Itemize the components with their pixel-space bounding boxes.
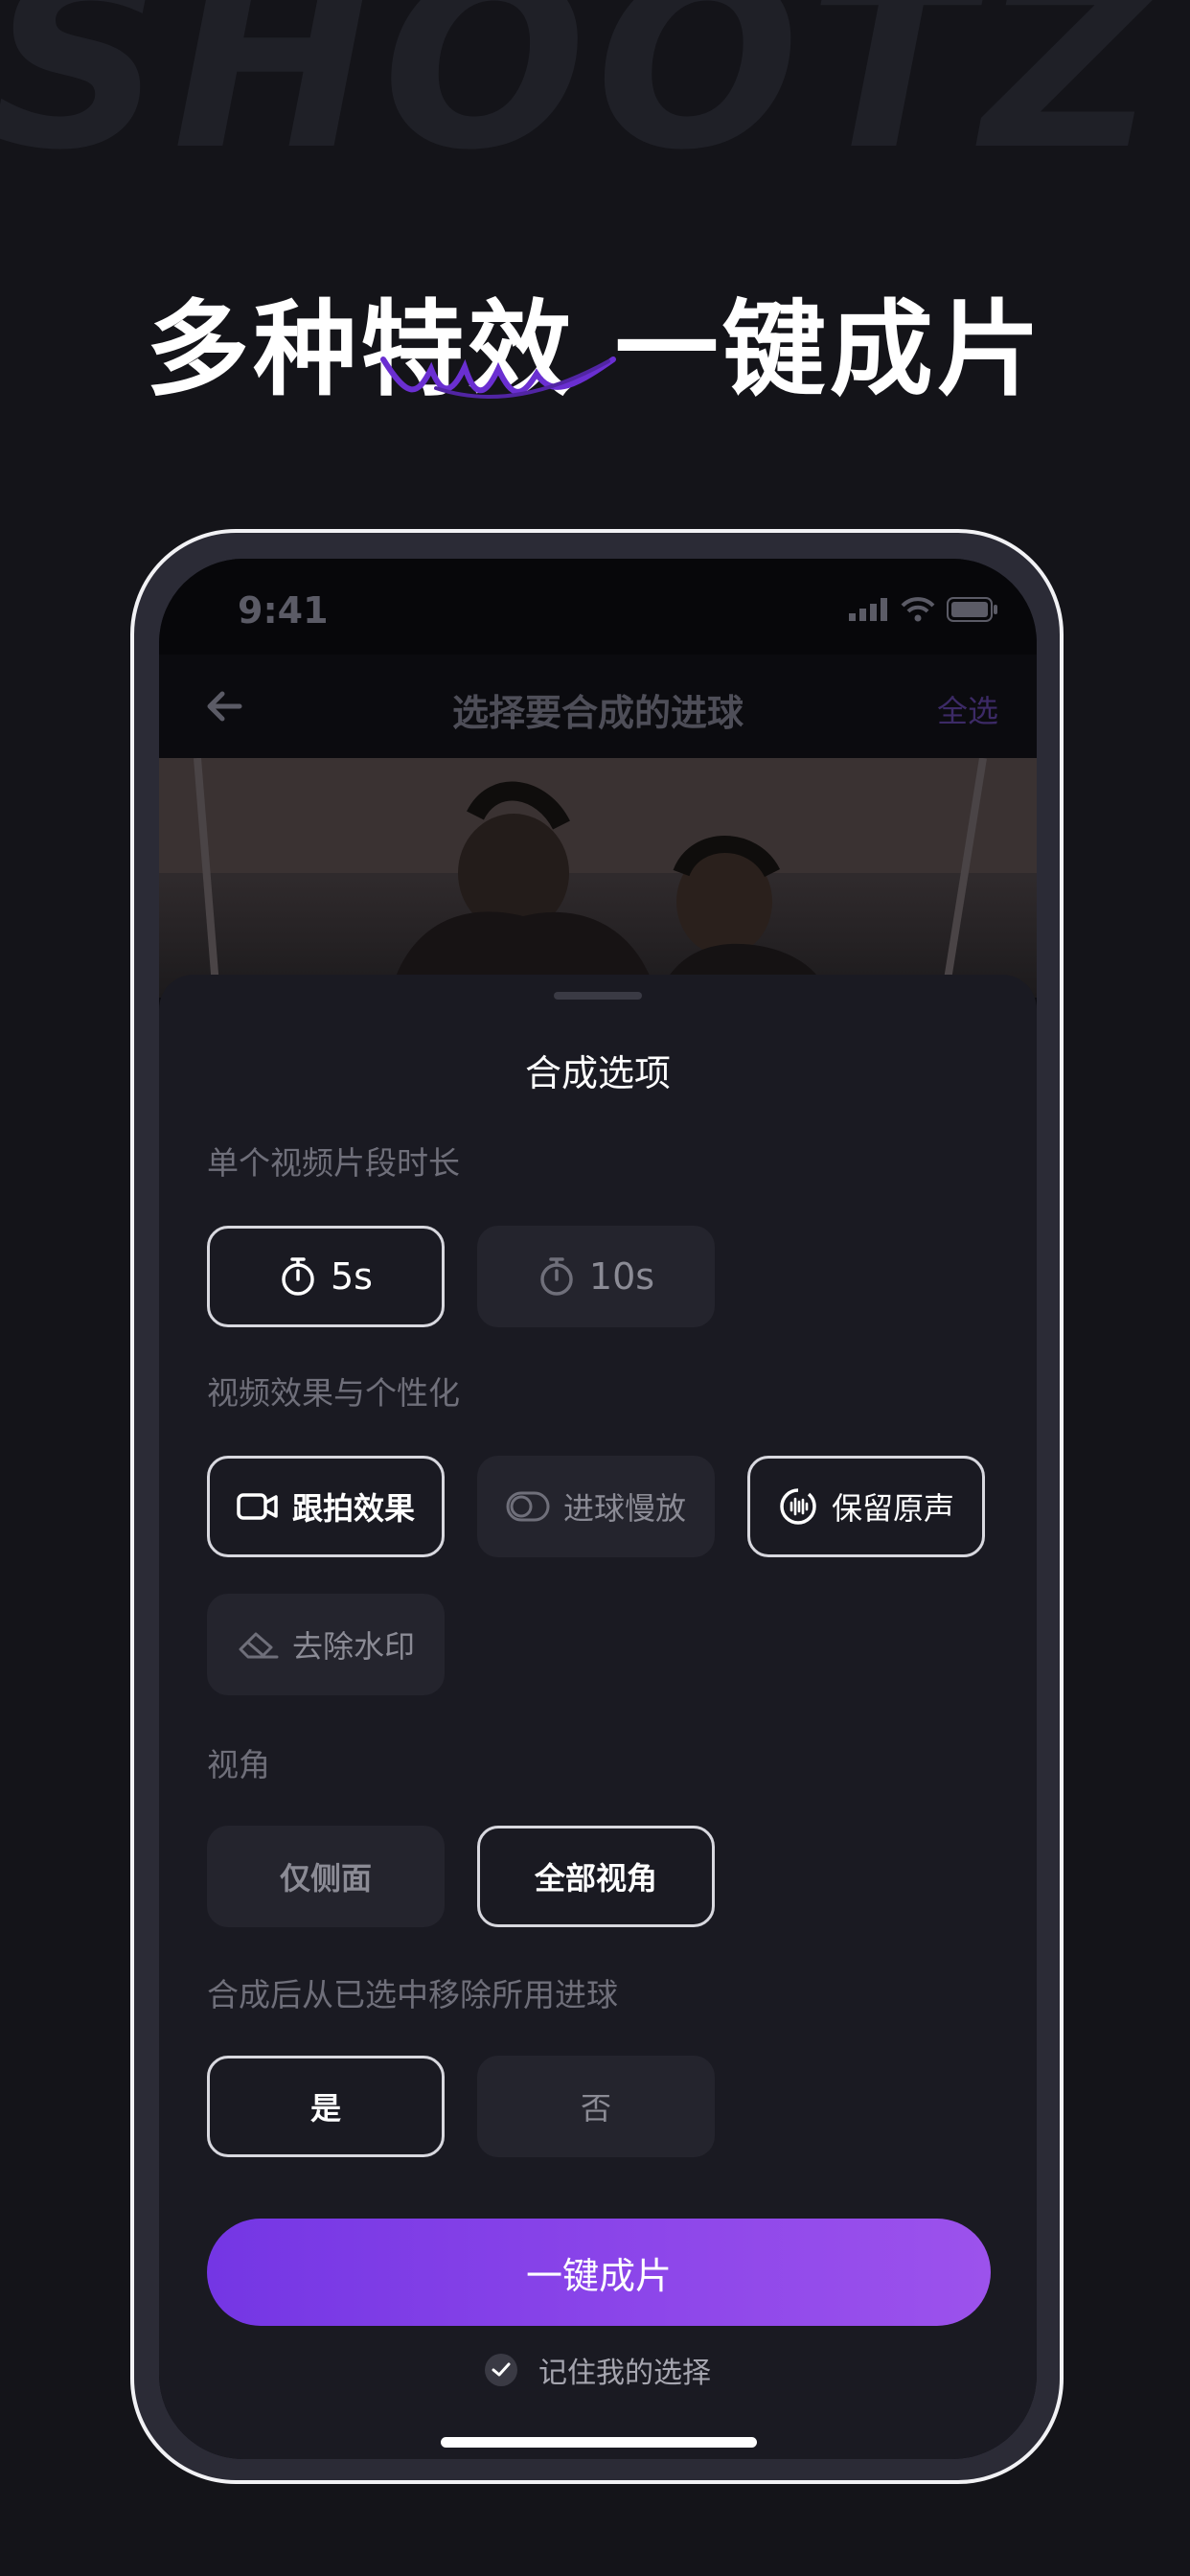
effect-follow-cam[interactable]: 跟拍效果 [207, 1456, 445, 1557]
check-icon[interactable] [485, 2354, 517, 2386]
view-option-side[interactable]: 仅侧面 [207, 1826, 445, 1927]
duration-option-10s[interactable]: 10s [477, 1226, 715, 1327]
remove-option-yes[interactable]: 是 [207, 2056, 445, 2157]
view-option-label: 全部视角 [534, 1860, 657, 1897]
sheet-title: 合成选项 [524, 1052, 671, 1094]
view-option-label: 仅侧面 [279, 1860, 372, 1897]
duration-option-5s[interactable]: 5s [207, 1226, 445, 1327]
brand-watermark: SHOOTZ [0, 0, 1166, 202]
effects-label: 视频效果与个性化 [207, 1374, 460, 1412]
sound-icon [780, 1488, 816, 1525]
player-silhouettes [159, 758, 1037, 998]
effect-label: 去除水印 [291, 1628, 415, 1665]
stopwatch-icon [282, 1257, 314, 1296]
remember-choice[interactable]: 记住我的选择 [159, 2349, 1037, 2391]
video-thumbnail [159, 758, 1037, 998]
remember-label: 记住我的选择 [538, 2357, 711, 2390]
nav-title: 选择要合成的进球 [451, 692, 744, 734]
sheet-handle[interactable] [554, 992, 642, 1000]
effect-keep-audio[interactable]: 保留原声 [747, 1456, 985, 1557]
nav-bar: 选择要合成的进球 全选 [159, 655, 1037, 758]
stopwatch-icon [540, 1257, 573, 1296]
compose-options-sheet: 合成选项 单个视频片段时长 5s 10s 视频效果与个性化 跟拍效果 进球慢放 … [159, 975, 1037, 2459]
effect-remove-watermark[interactable]: 去除水印 [207, 1594, 445, 1695]
wifi-icon [901, 597, 935, 622]
duration-option-label: 5s [331, 1255, 373, 1298]
remove-label: 合成后从已选中移除所用进球 [207, 1976, 618, 2013]
remove-option-label: 是 [309, 2090, 341, 2127]
effect-slow-motion[interactable]: 进球慢放 [477, 1456, 715, 1557]
phone-screen: 9:41 选择要合成的进球 全选 合成选项 单个视频片段时长 5s 10s 视频… [159, 559, 1037, 2459]
remove-option-label: 否 [580, 2090, 611, 2127]
squiggle-decoration [380, 356, 616, 399]
effect-label: 跟拍效果 [291, 1490, 415, 1527]
camera-icon [237, 1493, 278, 1520]
battery-icon [947, 597, 997, 622]
home-indicator [441, 2437, 757, 2448]
view-option-all[interactable]: 全部视角 [477, 1826, 715, 1927]
view-label: 视角 [207, 1746, 270, 1783]
effect-label: 保留原声 [831, 1490, 954, 1527]
status-icons [849, 597, 998, 622]
effect-label: 进球慢放 [562, 1490, 686, 1527]
eraser-icon [239, 1632, 279, 1659]
one-click-compose-button[interactable]: 一键成片 [207, 2219, 991, 2326]
remove-option-no[interactable]: 否 [477, 2056, 715, 2157]
duration-option-label: 10s [588, 1255, 655, 1298]
select-all-button[interactable]: 全选 [937, 687, 998, 731]
status-time: 9:41 [238, 589, 329, 632]
signal-icon [849, 598, 887, 621]
toggle-icon [506, 1491, 550, 1522]
duration-label: 单个视频片段时长 [207, 1144, 460, 1182]
